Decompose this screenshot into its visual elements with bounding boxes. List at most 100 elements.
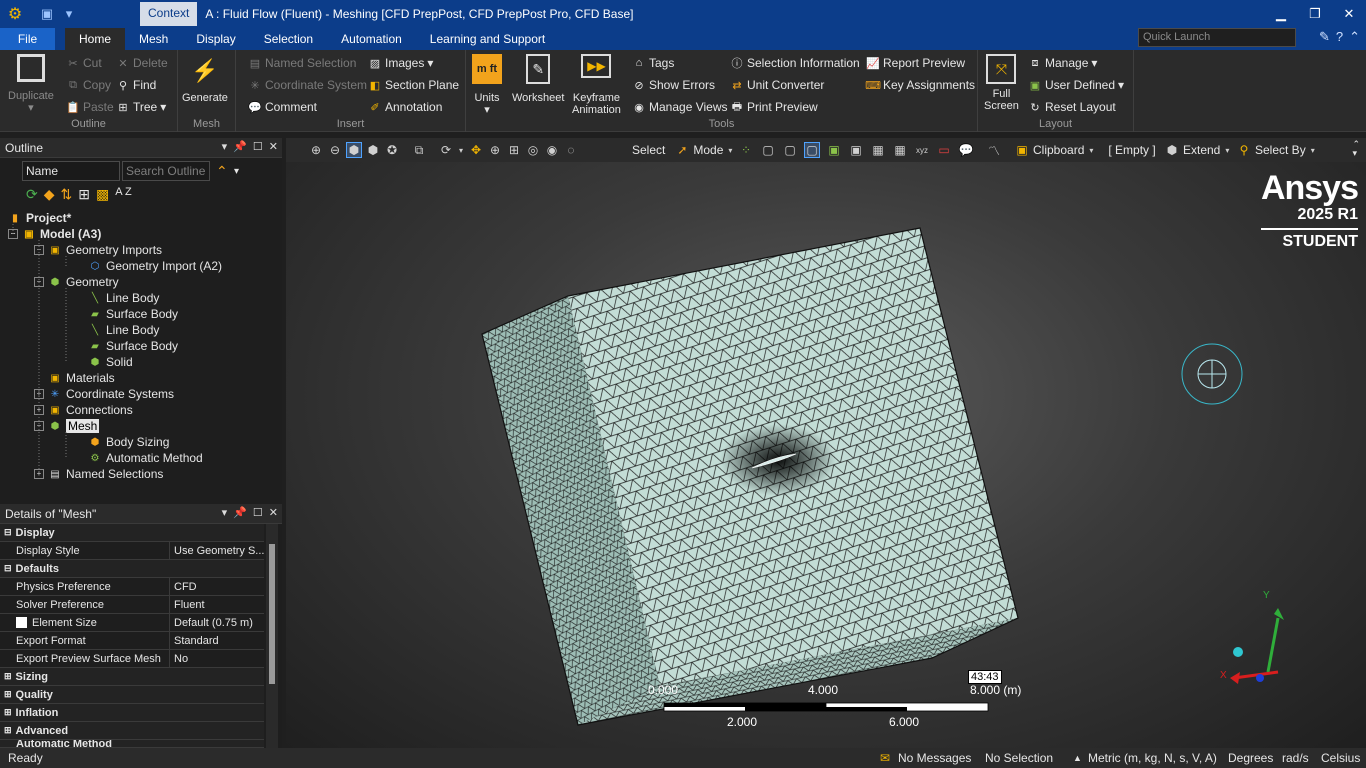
tree-node-automatic-method[interactable]: ⚙ Automatic Method (88, 450, 203, 466)
generate-button[interactable]: ⚡ Generate (182, 54, 228, 105)
collapse-icon[interactable]: − (34, 277, 44, 287)
zoom-icon[interactable]: ⊕ (487, 142, 503, 158)
clipboard-button[interactable]: Clipboard (1033, 143, 1084, 157)
select-body-icon[interactable]: ▣ (826, 142, 842, 158)
tree-node-line-body[interactable]: ╲ Line Body (88, 322, 159, 338)
restore-icon[interactable]: ❐ (1298, 0, 1332, 28)
status-temperature-unit[interactable]: Celsius (1321, 751, 1360, 765)
expand-icon[interactable]: + (34, 405, 44, 415)
tab-automation[interactable]: Automation (327, 28, 416, 50)
maximize-icon[interactable]: ☐ (253, 140, 263, 153)
magnifier-icon[interactable]: ◉ (544, 142, 560, 158)
tab-selection[interactable]: Selection (250, 28, 327, 50)
status-rate-unit[interactable]: rad/s (1282, 751, 1309, 765)
tab-display[interactable]: Display (182, 28, 249, 50)
report-preview-button[interactable]: 📈 Report Preview (866, 56, 965, 70)
tree-node-body-sizing[interactable]: ⬢ Body Sizing (88, 434, 170, 450)
chevron-up-icon[interactable]: ⌃ (216, 163, 228, 180)
zoom-out-icon[interactable]: ⊖ (327, 142, 343, 158)
dropdown-icon[interactable]: ▾ (1309, 142, 1317, 158)
expand-icon[interactable]: ⊞ (4, 725, 12, 736)
tree-node-connections[interactable]: + ▣ Connections (34, 402, 133, 418)
cut-button[interactable]: ✂ Cut (66, 56, 101, 70)
tree-node-geometry[interactable]: − ⬢ Geometry (34, 274, 119, 290)
tree-node-project[interactable]: ▮ Project* (8, 210, 71, 226)
close-icon[interactable]: ✕ (269, 140, 278, 153)
expand-icon[interactable]: + (34, 469, 44, 479)
zoom-to-fit-icon[interactable]: ◎ (525, 142, 541, 158)
select-node-icon[interactable]: ▦ (892, 142, 908, 158)
pin-icon[interactable]: 📌 (233, 506, 247, 519)
ansys-app-icon[interactable]: ⚙ (2, 1, 28, 27)
coordinate-system-button[interactable]: ✳ Coordinate System (248, 78, 367, 92)
toolbar-overflow-icon[interactable]: ⌃ ▾ (1352, 140, 1360, 158)
location-pin-icon[interactable]: ⚲ (1236, 142, 1252, 158)
file-tab[interactable]: File (0, 28, 55, 50)
select-element-icon[interactable]: ▦ (870, 142, 886, 158)
tree-node-geometry-import[interactable]: ⬡ Geometry Import (A2) (88, 258, 222, 274)
isometric-view-icon[interactable]: ⬢ (346, 142, 362, 158)
dropdown-icon[interactable]: ▾ (1087, 142, 1095, 158)
comment-button[interactable]: 💬 Comment (248, 100, 317, 114)
details-scrollbar[interactable] (266, 524, 278, 748)
tree-node-surface-body[interactable]: ▰ Surface Body (88, 338, 178, 354)
unit-converter-button[interactable]: ⇄ Unit Converter (730, 78, 824, 92)
collapse-ribbon-icon[interactable]: ⌃ (1349, 29, 1360, 45)
expand-icon[interactable]: ⊞ (4, 671, 12, 682)
annotation-button[interactable]: ✐ Annotation (368, 100, 442, 114)
selection-information-button[interactable]: ⓘ Selection Information (730, 56, 860, 70)
user-defined-button[interactable]: ▣ User Defined ▾ (1028, 78, 1124, 92)
details-row-export-format[interactable]: Export Format Standard (0, 632, 264, 650)
cursor-icon[interactable]: ➚ (674, 142, 690, 158)
pin-icon[interactable]: 📌 (233, 140, 247, 153)
full-screen-button[interactable]: ⤧ Full Screen (984, 54, 1019, 112)
status-units[interactable]: Metric (m, kg, N, s, V, A) (1088, 751, 1217, 765)
tree-node-line-body[interactable]: ╲ Line Body (88, 290, 159, 306)
named-selection-button[interactable]: ▤ Named Selection (248, 56, 357, 70)
outline-filter-select[interactable]: Name (22, 161, 120, 181)
status-angle-unit[interactable]: Degrees (1228, 751, 1273, 765)
close-icon[interactable]: ✕ (1332, 0, 1366, 28)
keyframe-animation-button[interactable]: ▶▶ Keyframe Animation (572, 54, 621, 116)
sort-icon[interactable]: ⇅ (61, 186, 73, 203)
help-icon[interactable]: ? (1336, 29, 1343, 45)
minimize-icon[interactable]: ▁ (1264, 0, 1298, 28)
box-zoom-icon[interactable]: ⊞ (506, 142, 522, 158)
collapse-icon[interactable]: − (34, 421, 44, 431)
folder-icon[interactable]: ▩ (96, 186, 109, 203)
grid-icon[interactable]: ⊞ (78, 186, 90, 203)
details-row-export-preview-surface-mesh[interactable]: Export Preview Surface Mesh No (0, 650, 264, 668)
panel-menu-icon[interactable]: ▾ (222, 506, 228, 519)
element-size-checkbox[interactable] (16, 617, 27, 628)
extend-icon[interactable]: ⬢ (1164, 142, 1180, 158)
tree-node-mesh[interactable]: − ⬢ Mesh (34, 418, 100, 434)
tree-node-named-selections[interactable]: + ▤ Named Selections (34, 466, 163, 482)
delete-button[interactable]: ✕ Delete (116, 56, 167, 70)
expand-icon[interactable]: ⊞ (4, 689, 12, 700)
feedback-icon[interactable]: ✎ (1319, 29, 1330, 45)
tree-node-surface-body[interactable]: ▰ Surface Body (88, 306, 178, 322)
dropdown-icon[interactable]: ▾ (457, 142, 465, 158)
details-category-quality[interactable]: ⊞ Quality (0, 686, 264, 704)
details-category-automatic-method[interactable]: Automatic Method (0, 740, 264, 748)
section-view-icon[interactable]: ⧉ (411, 142, 427, 158)
tree-node-model[interactable]: − ▣ Model (A3) (8, 226, 101, 242)
reset-layout-button[interactable]: ↻ Reset Layout (1028, 100, 1115, 114)
select-by-button[interactable]: Select By (1255, 143, 1306, 157)
graphics-viewport[interactable]: Ansys 2025 R1 STUDENT 0.000 4.000 8.000 … (286, 138, 1366, 748)
tab-home[interactable]: Home (65, 28, 126, 50)
collapse-icon[interactable]: − (8, 229, 18, 239)
shaded-view-icon[interactable]: ⬢ (365, 142, 381, 158)
tree-node-solid[interactable]: ⬢ Solid (88, 354, 133, 370)
status-messages[interactable]: No Messages (898, 751, 971, 765)
dropdown-icon[interactable]: ▾ (726, 142, 734, 158)
select-mesh-icon[interactable]: ⁘ (738, 142, 754, 158)
units-button[interactable]: m ft Units ▾ (472, 54, 502, 116)
details-row-display-style[interactable]: Display Style Use Geometry S... (0, 542, 264, 560)
eraser-icon[interactable]: ◆ (44, 186, 55, 203)
expand-icon[interactable]: + (34, 389, 44, 399)
images-button[interactable]: ▨ Images ▾ (368, 56, 434, 70)
select-element-face-icon[interactable]: ▣ (848, 142, 864, 158)
tags-button[interactable]: ⌂ Tags (632, 56, 675, 70)
section-plane-button[interactable]: ◧ Section Plane (368, 78, 459, 92)
